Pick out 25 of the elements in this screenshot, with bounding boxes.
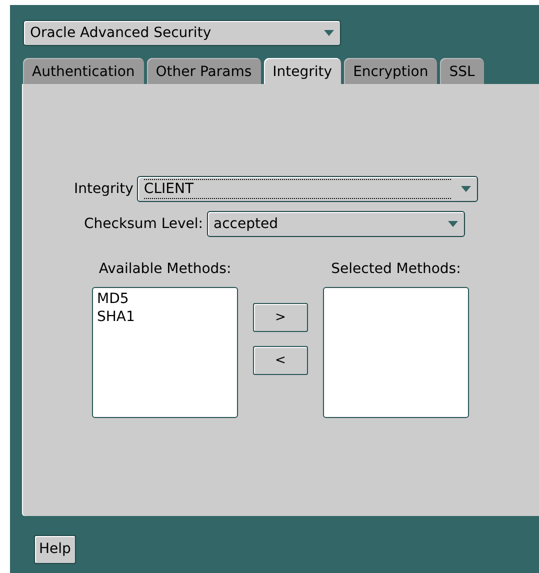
list-item[interactable]: SHA1 [97,308,135,326]
tab[interactable]: SSL [440,58,484,84]
dropdown-value: Oracle Advanced Security [30,24,212,42]
dropdown-arrow-icon[interactable] [448,221,458,227]
selected-methods-label: Selected Methods: [331,260,461,279]
list-item[interactable]: MD5 [97,290,129,308]
dropdown-value: accepted [214,214,278,234]
tab[interactable]: Other Params [146,58,261,84]
tab[interactable]: Integrity [264,58,342,84]
service-dropdown[interactable]: Oracle Advanced Security [23,20,341,46]
integrity-dropdown[interactable]: CLIENT [136,176,478,202]
move-button[interactable]: < [253,346,308,375]
dropdown-value: CLIENT [144,179,451,199]
dropdown-arrow-icon[interactable] [324,30,334,36]
checksum-level-dropdown[interactable]: accepted [206,211,464,237]
move-button[interactable]: > [253,303,308,332]
available-methods-list[interactable]: MD5 SHA1 [92,287,238,418]
help-button[interactable]: Help [34,535,76,564]
selected-methods-list[interactable] [323,287,469,418]
tab[interactable]: Encryption [344,58,438,84]
available-methods-label: Available Methods: [98,260,232,279]
tab[interactable]: Authentication [23,58,144,84]
integrity-label: Integrity [74,180,134,198]
dropdown-arrow-icon[interactable] [460,186,471,192]
checksum-level-label: Checksum Level: [84,214,203,234]
